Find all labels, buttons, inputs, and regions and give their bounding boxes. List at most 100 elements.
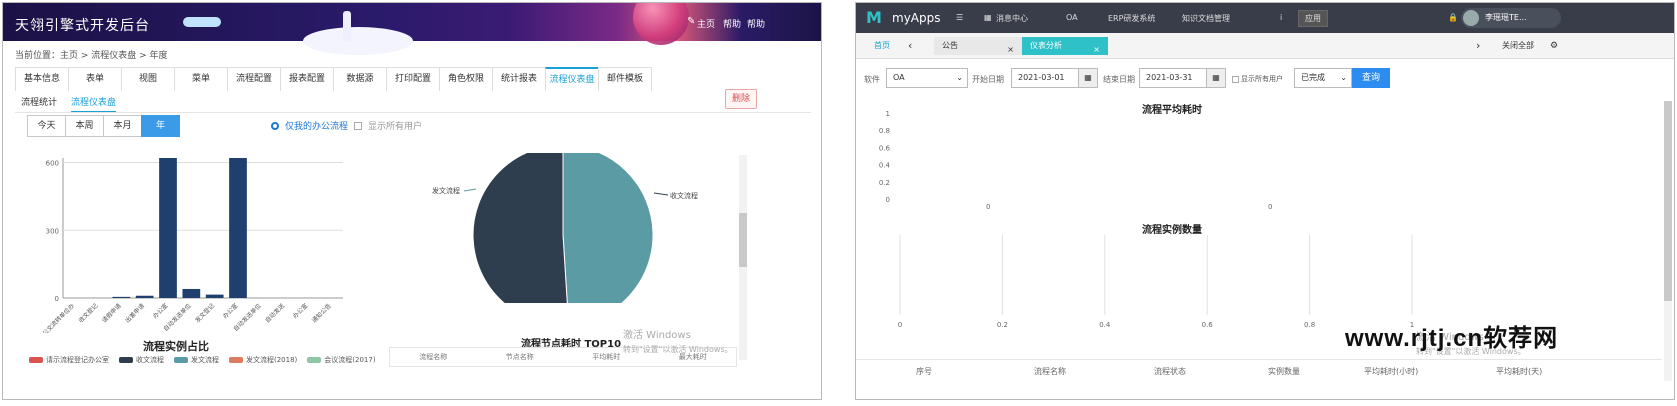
x-tick-label: 0.6: [1202, 321, 1214, 329]
legend-item[interactable]: 发文流程(2018): [229, 355, 297, 365]
show-all-users[interactable]: 显示所有用户: [1232, 74, 1283, 84]
subtab-flow-dashboard[interactable]: 流程仪表盘: [71, 95, 117, 113]
start-date-label: 开始日期: [972, 75, 1004, 84]
start-date-input[interactable]: 2021-03-01: [1011, 68, 1079, 88]
left-screenshot-panel: 天翎引擎式开发后台 ✎ 主页 帮助 帮助 当前位置：主页 > 流程仪表盘 > 年…: [2, 2, 822, 400]
x-tick-label: 0: [1268, 203, 1272, 211]
watermark-line: 转到"设置"以激活 Windows。: [623, 345, 733, 354]
legend-item[interactable]: 收文流程: [119, 355, 164, 365]
table-header-cell: 平均耗时(小时): [1364, 367, 1419, 376]
query-button[interactable]: 查询: [1352, 68, 1390, 88]
calendar-icon[interactable]: ▦: [1206, 68, 1226, 88]
my-flows-radio[interactable]: [271, 121, 279, 130]
tab-role-permission[interactable]: 角色权限: [439, 67, 493, 91]
y-tick-label: 1: [886, 111, 890, 118]
header-link-help[interactable]: 帮助: [723, 17, 741, 30]
y-tick-label: 300: [46, 227, 59, 235]
calendar-icon[interactable]: ▦: [1078, 68, 1098, 88]
menu-toggle-icon[interactable]: ☰: [956, 13, 963, 22]
user-menu[interactable]: 李瑶瑶TE...: [1461, 8, 1561, 28]
dashboard-options: 仅我的办公流程 显示所有用户: [271, 119, 422, 132]
x-tick-label: 发文登记: [193, 302, 216, 325]
software-label: 软件: [864, 75, 880, 84]
x-tick-label: 办公室: [291, 302, 309, 320]
home-icon[interactable]: ✎: [687, 16, 695, 27]
close-all-tabs[interactable]: 关闭全部: [1494, 37, 1534, 55]
nav-knowledge[interactable]: 知识文档管理: [1182, 13, 1230, 24]
x-tick-label: 0.2: [997, 321, 1008, 329]
x-tick-label: 收文登记: [77, 302, 100, 325]
period-month-button[interactable]: 本月: [103, 115, 142, 137]
select-value: OA: [893, 73, 905, 82]
left-app-title: 天翎引擎式开发后台: [15, 18, 150, 34]
nav-message-center[interactable]: 消息中心: [996, 13, 1028, 24]
close-icon[interactable]: ×: [1007, 41, 1014, 59]
legend-item[interactable]: 会议流程(2017): [307, 355, 376, 365]
table-header-cell: 平均耗时(天): [1496, 367, 1543, 376]
pie-slice: [472, 153, 568, 303]
myapps-logo-icon: M: [866, 8, 882, 27]
all-users-checkbox[interactable]: [354, 121, 363, 130]
gear-icon[interactable]: ⚙: [1550, 41, 1558, 51]
close-icon[interactable]: ×: [1093, 41, 1100, 59]
flow-status-select[interactable]: 已完成 ⌄: [1294, 68, 1352, 88]
tab-flow-dashboard[interactable]: 流程仪表盘: [545, 67, 599, 91]
all-users-label: 显示所有用户: [368, 122, 423, 132]
bar: [159, 158, 177, 298]
tab-forms[interactable]: 表单: [68, 67, 122, 91]
tab-dashboard-analysis[interactable]: 仪表分析 ×: [1022, 37, 1108, 55]
end-date-input[interactable]: 2021-03-31: [1139, 68, 1207, 88]
pie-slice: [562, 153, 654, 303]
hill-decoration: [303, 27, 413, 55]
y-tick-label: 0.8: [879, 127, 890, 135]
bar: [135, 295, 154, 298]
period-week-button[interactable]: 本周: [65, 115, 104, 137]
subtab-flow-stats[interactable]: 流程统计: [21, 95, 57, 113]
avatar: [1463, 10, 1479, 26]
software-select[interactable]: OA ⌄: [886, 68, 968, 88]
nav-info-icon[interactable]: i: [1280, 13, 1282, 22]
x-tick-label: 办公室: [151, 302, 169, 320]
tab-flow-config[interactable]: 流程配置: [227, 67, 281, 91]
legend-swatch: [174, 357, 188, 363]
scrollbar-thumb[interactable]: [739, 213, 747, 267]
tab-home[interactable]: 首页: [866, 37, 890, 55]
nav-grid-icon[interactable]: ▦: [984, 13, 992, 22]
left-tab-bar: 基本信息 表单 视图 菜单 流程配置 报表配置 数据源 打印配置 角色权限 统计…: [15, 67, 652, 91]
tab-statistics[interactable]: 统计报表: [492, 67, 546, 91]
nav-erp[interactable]: ERP研发系统: [1108, 13, 1155, 24]
content-scrollbar[interactable]: [1664, 101, 1672, 381]
header-link-home[interactable]: 主页: [697, 17, 715, 30]
tab-next-icon[interactable]: ›: [1476, 39, 1480, 52]
bar-chart-title: 流程实例占比: [143, 340, 209, 353]
legend-item[interactable]: 发文流程: [174, 355, 219, 365]
tab-report-config[interactable]: 报表配置: [280, 67, 334, 91]
header-link-help2[interactable]: 帮助: [747, 17, 765, 30]
tab-views[interactable]: 视图: [121, 67, 175, 91]
tab-menus[interactable]: 菜单: [174, 67, 228, 91]
tab-prev-icon[interactable]: ‹: [908, 39, 912, 52]
nav-oa[interactable]: OA: [1066, 13, 1078, 22]
legend-item[interactable]: 请示流程登记办公室: [29, 355, 109, 365]
period-year-button[interactable]: 年: [141, 115, 180, 137]
chart-scrollbar[interactable]: [739, 155, 747, 360]
period-today-button[interactable]: 今天: [27, 115, 66, 137]
lock-icon[interactable]: 🔒: [1448, 13, 1458, 22]
scrollbar-thumb[interactable]: [1664, 101, 1672, 301]
show-all-checkbox[interactable]: [1232, 75, 1239, 83]
tab-announcement[interactable]: 公告 ×: [934, 37, 1022, 55]
tab-basic-info[interactable]: 基本信息: [15, 67, 69, 91]
x-tick-label: 出差申请: [123, 302, 146, 325]
legend-label: 发文流程(2018): [246, 356, 298, 364]
page-tab-bar: 首页 ‹ 公告 × 仪表分析 × › 关闭全部 ⚙: [856, 33, 1674, 59]
avg-duration-chart: 1 0.8 0.6 0.4 0.2 0 0 0: [879, 111, 1273, 211]
nav-apps[interactable]: 应用: [1298, 10, 1328, 27]
tab-mail-template[interactable]: 邮件模板: [598, 67, 652, 91]
y-tick-label: 0.4: [879, 162, 891, 170]
x-tick-label: 0: [898, 321, 902, 329]
tab-print-config[interactable]: 打印配置: [386, 67, 440, 91]
delete-button[interactable]: 删除: [725, 89, 757, 109]
divider: [15, 112, 811, 113]
tab-datasource[interactable]: 数据源: [333, 67, 387, 91]
legend-label: 请示流程登记办公室: [46, 356, 109, 364]
